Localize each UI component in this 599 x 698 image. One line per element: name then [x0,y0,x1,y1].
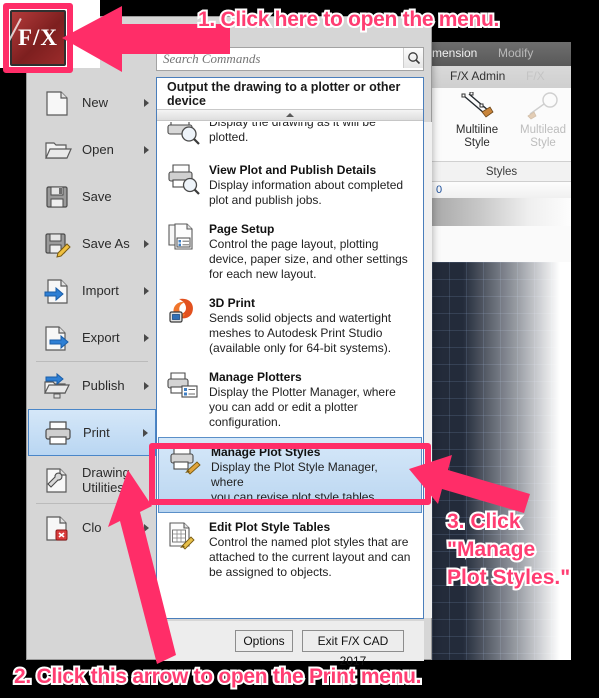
annotation-arrows [62,6,530,664]
annotation-step-1: 1. Click here to open the menu. 1. Click… [196,6,501,33]
annotation-step-1-text: 1. Click here to open the menu. [198,8,500,31]
annotation-step-2: 2. Click this arrow to open the Print me… [12,663,423,690]
annotation-step-3-text-3: Plot Styles." [447,566,571,589]
annotation-step-3-text-2: "Manage [447,538,536,561]
arrow-to-print-submenu [108,470,176,664]
annotation-step-3: 3. Click 3. Click "Manage "Manage Plot S… [445,508,572,592]
screenshot-root: mension Modify F/X Admin F/X Multiline S… [0,0,599,698]
annotation-step-3-text-1: 3. Click [447,510,521,533]
annotation-step-2-text: 2. Click this arrow to open the Print me… [14,665,422,688]
arrow-to-manage-plot-styles [409,455,530,513]
